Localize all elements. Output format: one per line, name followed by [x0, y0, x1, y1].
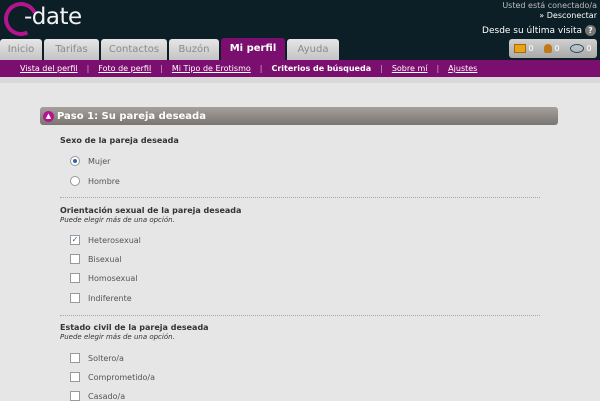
- subnav-ajustes[interactable]: Ajustes: [439, 64, 486, 73]
- tab-ayuda[interactable]: Ayuda: [287, 39, 339, 60]
- tab-tarifas[interactable]: Tarifas: [44, 39, 99, 60]
- connected-text: Usted está conectado/a: [502, 1, 597, 10]
- checkbox-comprometido[interactable]: [70, 372, 80, 382]
- civil-group-hint: Puede elegir más de una opción.: [60, 333, 175, 341]
- collapse-chevron-icon[interactable]: ▲: [43, 110, 54, 122]
- section-title: Paso 1: Su pareja deseada: [57, 110, 206, 122]
- subnav-foto-perfil[interactable]: Foto de perfil: [89, 64, 160, 73]
- tab-buzon[interactable]: Buzón: [169, 39, 219, 60]
- profile-subnav: Vista del perfil | Foto de perfil | Mi T…: [0, 60, 600, 77]
- option-hombre[interactable]: Hombre: [70, 176, 120, 186]
- subnav-sobre-mi[interactable]: Sobre mí: [383, 64, 437, 73]
- option-heterosexual[interactable]: ✓ Heterosexual: [70, 235, 141, 245]
- option-label: Indiferente: [88, 293, 132, 303]
- cdate-logo[interactable]: -date: [0, 0, 84, 41]
- option-bisexual[interactable]: Bisexual: [70, 254, 122, 264]
- subnav-criterios-busqueda[interactable]: Criterios de búsqueda: [262, 64, 380, 73]
- option-label: Bisexual: [88, 254, 122, 264]
- logo-text: -date: [24, 4, 82, 30]
- option-casado[interactable]: Casado/a: [70, 391, 125, 401]
- group-divider: [60, 197, 540, 198]
- checkbox-indiferente[interactable]: [70, 293, 80, 303]
- option-label: Homosexual: [88, 273, 138, 283]
- checkbox-heterosexual[interactable]: ✓: [70, 235, 80, 245]
- option-label: Casado/a: [88, 391, 126, 401]
- visits-counter[interactable]: 0: [570, 44, 592, 53]
- radio-mujer[interactable]: [70, 156, 80, 166]
- option-label: Hombre: [88, 176, 120, 186]
- civil-group-title: Estado civil de la pareja deseada: [60, 323, 209, 332]
- messages-counter[interactable]: 0: [514, 44, 534, 53]
- checkbox-casado[interactable]: [70, 391, 80, 401]
- messages-count: 0: [528, 44, 534, 53]
- last-visit-label: Desde su última visita: [482, 25, 582, 36]
- sex-group-title: Sexo de la pareja deseada: [60, 136, 179, 145]
- subnav-tipo-erotismo[interactable]: Mi Tipo de Erotismo: [163, 64, 260, 73]
- option-label: Comprometido/a: [88, 372, 156, 382]
- option-comprometido[interactable]: Comprometido/a: [70, 372, 155, 382]
- tab-inicio[interactable]: Inicio: [0, 39, 42, 60]
- option-soltero[interactable]: Soltero/a: [70, 353, 124, 363]
- subnav-shadow: [0, 77, 600, 83]
- subnav-vista-perfil[interactable]: Vista del perfil: [0, 64, 87, 73]
- option-label: Mujer: [88, 156, 111, 166]
- orientation-group-hint: Puede elegir más de una opción.: [60, 216, 175, 224]
- section-header-paso-1[interactable]: ▲ Paso 1: Su pareja deseada: [40, 107, 558, 125]
- checkbox-bisexual[interactable]: [70, 254, 80, 264]
- checkbox-homosexual[interactable]: [70, 273, 80, 283]
- top-bar: -date Usted está conectado/a » Desconect…: [0, 0, 600, 60]
- group-divider: [60, 315, 540, 316]
- help-icon[interactable]: ?: [585, 25, 596, 36]
- last-visit: Desde su última visita ?: [482, 25, 596, 36]
- orientation-group-title: Orientación sexual de la pareja deseada: [60, 206, 242, 215]
- disconnect-link[interactable]: » Desconectar: [502, 11, 597, 21]
- checkbox-soltero[interactable]: [70, 353, 80, 363]
- option-label: Heterosexual: [88, 235, 141, 245]
- option-label: Soltero/a: [88, 353, 124, 363]
- option-indiferente[interactable]: Indiferente: [70, 293, 132, 303]
- notification-counters: 0 0 0: [509, 39, 597, 58]
- eye-icon: [570, 44, 585, 53]
- visits-count: 0: [586, 44, 592, 53]
- connection-status: Usted está conectado/a » Desconectar: [502, 1, 597, 21]
- envelope-icon: [514, 44, 527, 53]
- tab-mi-perfil[interactable]: Mi perfil: [221, 38, 285, 60]
- contacts-counter[interactable]: 0: [544, 44, 560, 53]
- main-tabs: Inicio Tarifas Contactos Buzón Mi perfil…: [0, 38, 339, 60]
- contacts-count: 0: [554, 44, 560, 53]
- radio-hombre[interactable]: [70, 176, 80, 186]
- option-mujer[interactable]: Mujer: [70, 156, 110, 166]
- tab-contactos[interactable]: Contactos: [101, 39, 167, 60]
- person-icon: [544, 44, 553, 53]
- option-homosexual[interactable]: Homosexual: [70, 273, 137, 283]
